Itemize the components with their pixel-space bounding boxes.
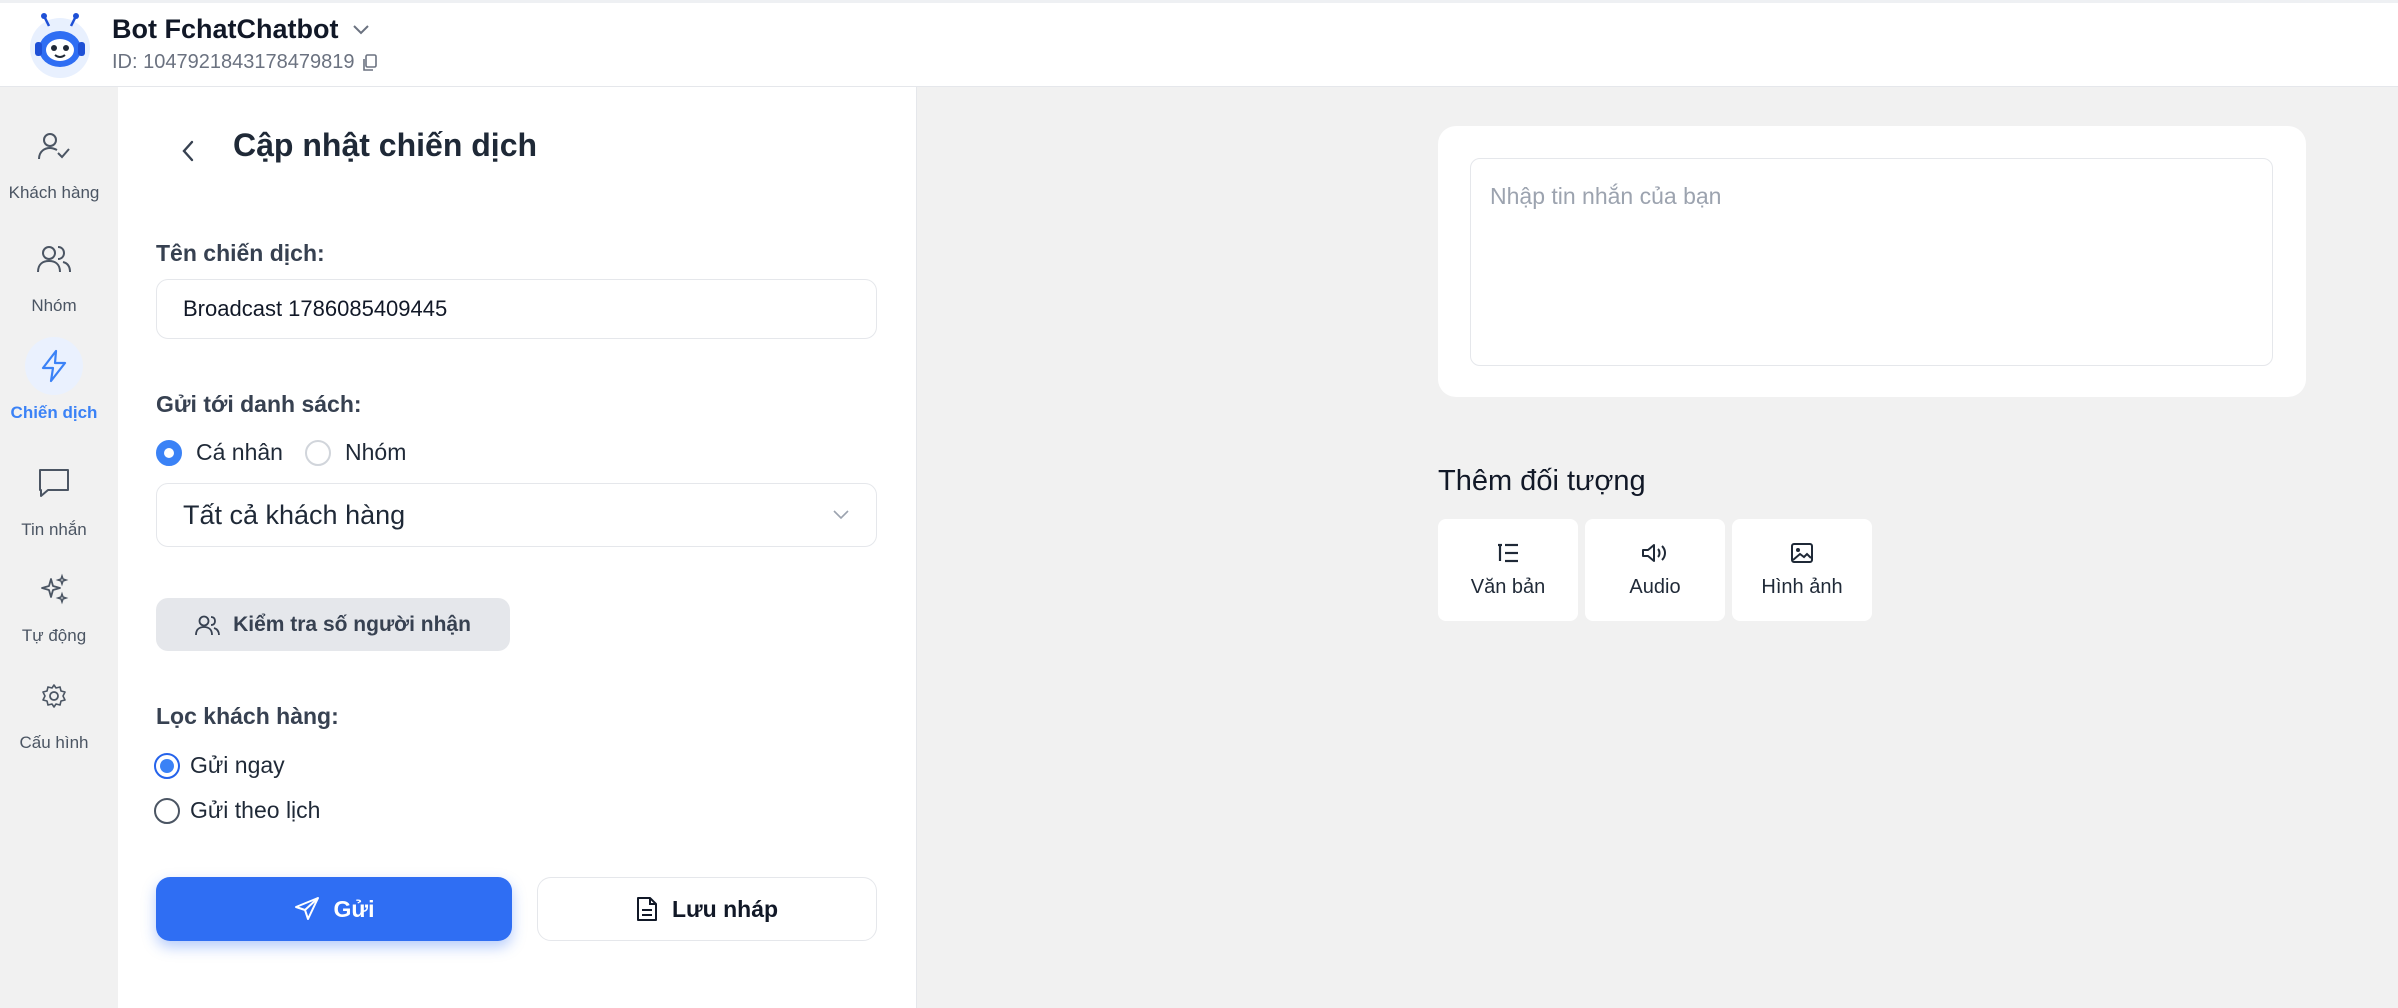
add-text-button[interactable]: Văn bản	[1438, 519, 1578, 621]
back-button[interactable]	[168, 131, 208, 171]
save-draft-button[interactable]: Lưu nháp	[537, 877, 877, 941]
radio-individual[interactable]: Cá nhân	[156, 439, 283, 466]
nav-item-messages[interactable]: Tin nhắn	[0, 454, 108, 540]
nav-item-campaigns[interactable]: Chiến dịch	[0, 337, 108, 423]
sparkles-icon	[25, 560, 83, 618]
nav-label: Chiến dịch	[10, 403, 98, 422]
save-draft-label: Lưu nháp	[671, 895, 779, 922]
radio-label: Gửi ngay	[190, 752, 285, 778]
top-header: Bot FchatChatbot ID: 1047921843178479819	[0, 0, 2398, 87]
campaign-name-input[interactable]	[156, 279, 877, 339]
copy-icon[interactable]	[362, 53, 378, 72]
check-recipients-button[interactable]: Kiểm tra số người nhận	[156, 598, 510, 651]
object-label: Hình ảnh	[1761, 575, 1843, 598]
gear-icon	[25, 667, 83, 725]
object-label: Văn bản	[1470, 575, 1546, 598]
message-square-icon	[25, 454, 83, 512]
bot-id-row: ID: 1047921843178479819	[112, 51, 378, 74]
send-button[interactable]: Gửi	[156, 877, 512, 941]
add-audio-button[interactable]: Audio	[1585, 519, 1725, 621]
chevron-down-icon	[352, 24, 370, 36]
radio-group[interactable]: Nhóm	[305, 439, 406, 466]
radio-dot-checked[interactable]	[154, 752, 180, 779]
object-label: Audio	[1629, 575, 1681, 598]
radio-send-scheduled[interactable]: Gửi theo lịch	[154, 797, 320, 824]
nav-label: Nhóm	[31, 296, 77, 315]
radio-send-now[interactable]: Gửi ngay	[154, 752, 285, 779]
filter-label: Lọc khách hàng:	[156, 703, 339, 729]
radio-dot-checked[interactable]	[156, 439, 182, 466]
radio-dot[interactable]	[154, 797, 180, 824]
image-icon	[1790, 542, 1814, 564]
recipient-list-select[interactable]: Tất cả khách hàng	[156, 483, 877, 547]
campaign-form-panel: Cập nhật chiến dịch Tên chiến dịch: Gửi …	[118, 87, 917, 1008]
speaker-icon	[1641, 542, 1669, 564]
users-icon	[195, 613, 221, 637]
campaign-name-label: Tên chiến dịch:	[156, 240, 325, 266]
bot-name: Bot FchatChatbot	[112, 14, 339, 44]
radio-label: Gửi theo lịch	[190, 797, 321, 823]
radio-label: Nhóm	[345, 439, 407, 465]
page-title: Cập nhật chiến dịch	[233, 127, 538, 163]
check-recipients-label: Kiểm tra số người nhận	[233, 612, 471, 636]
send-label: Gửi	[333, 895, 375, 922]
send-icon	[294, 896, 320, 922]
file-text-icon	[636, 896, 658, 922]
nav-item-groups[interactable]: Nhóm	[0, 230, 108, 316]
text-list-icon	[1496, 542, 1520, 564]
message-card	[1438, 126, 2306, 397]
nav-item-customers[interactable]: Khách hàng	[0, 117, 108, 203]
lightning-icon	[25, 337, 83, 395]
add-image-button[interactable]: Hình ảnh	[1732, 519, 1872, 621]
users-icon	[25, 230, 83, 288]
user-check-icon	[25, 117, 83, 175]
bot-id-text: ID: 1047921843178479819	[112, 51, 355, 73]
select-value: Tất cả khách hàng	[183, 499, 406, 530]
chevron-down-icon	[832, 509, 850, 521]
nav-item-settings[interactable]: Cấu hình	[0, 667, 108, 753]
message-input[interactable]	[1470, 158, 2273, 366]
send-to-label: Gửi tới danh sách:	[156, 391, 362, 417]
side-navigation: Khách hàng Nhóm Chiến dịch Tin nhắn Tự đ…	[0, 87, 118, 1008]
nav-label: Cấu hình	[19, 733, 89, 752]
radio-dot[interactable]	[305, 439, 331, 466]
add-object-title: Thêm đối tượng	[1438, 465, 1646, 497]
nav-label: Tự động	[21, 626, 87, 645]
nav-label: Tin nhắn	[21, 520, 87, 539]
bot-avatar-logo	[27, 12, 93, 78]
chevron-left-icon	[180, 139, 196, 163]
nav-label: Khách hàng	[8, 183, 100, 202]
bot-selector[interactable]: Bot FchatChatbot	[112, 14, 370, 45]
nav-item-automation[interactable]: Tự động	[0, 560, 108, 646]
radio-label: Cá nhân	[196, 439, 283, 465]
